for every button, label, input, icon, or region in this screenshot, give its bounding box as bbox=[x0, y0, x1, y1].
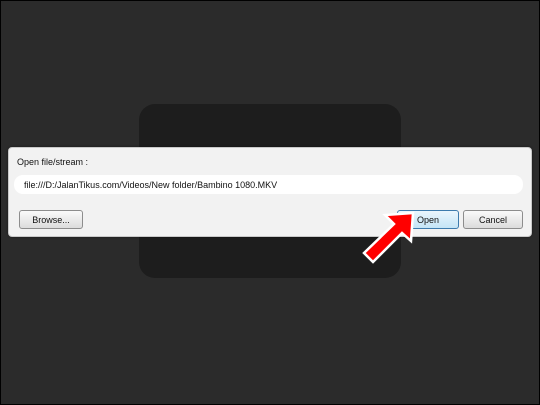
open-file-dialog: Open file/stream : Browse... Open Cancel bbox=[8, 147, 532, 237]
cancel-button[interactable]: Cancel bbox=[463, 210, 523, 229]
open-button[interactable]: Open bbox=[397, 210, 459, 229]
path-input[interactable] bbox=[14, 175, 523, 194]
player-window: Open file/stream : Browse... Open Cancel bbox=[0, 0, 540, 405]
browse-button[interactable]: Browse... bbox=[19, 210, 83, 229]
dialog-label: Open file/stream : bbox=[17, 157, 89, 167]
